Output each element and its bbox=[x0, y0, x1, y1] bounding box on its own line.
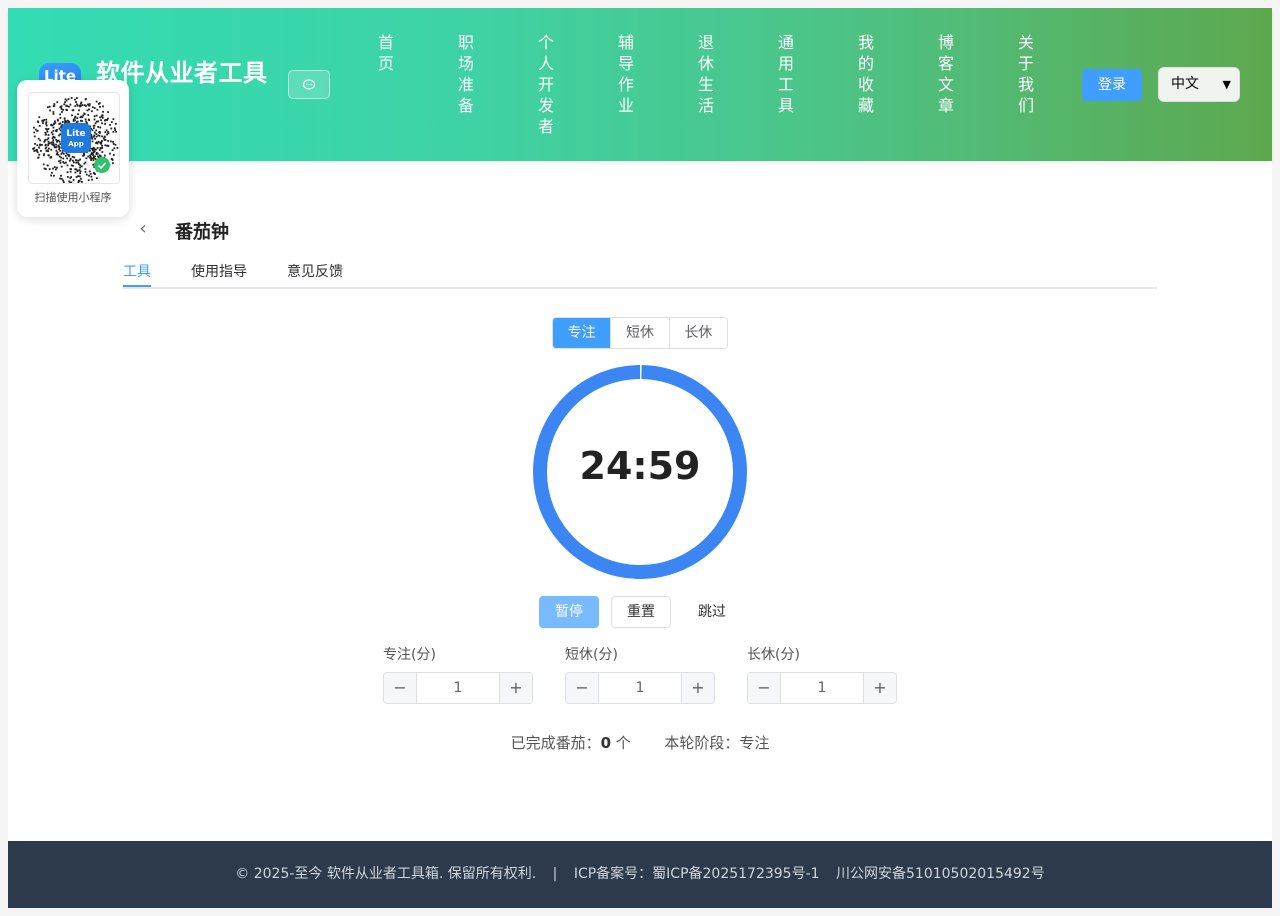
pause-button[interactable]: 暂停 bbox=[539, 596, 599, 628]
svg-text:Lite: Lite bbox=[66, 129, 85, 139]
status-line: 已完成番茄：0 个 本轮阶段：专注 bbox=[8, 732, 1272, 753]
mini-program-qr-card[interactable]: Lite App 扫描使用小程序 bbox=[17, 80, 129, 217]
reset-button[interactable]: 重置 bbox=[611, 596, 671, 628]
long-break-minutes-input[interactable]: 1 bbox=[781, 673, 863, 703]
language-value: 中文 bbox=[1171, 76, 1199, 92]
short-break-minutes-input[interactable]: 1 bbox=[599, 673, 681, 703]
focus-minutes-stepper: − 1 + bbox=[383, 672, 533, 704]
long-break-minutes-stepper: − 1 + bbox=[747, 672, 897, 704]
mode-short-break-button[interactable]: 短休 bbox=[611, 318, 670, 348]
nav-retirement[interactable]: 退休生活 bbox=[696, 32, 716, 116]
plus-icon[interactable]: + bbox=[681, 673, 714, 703]
mode-focus-button[interactable]: 专注 bbox=[553, 318, 612, 348]
language-select[interactable]: 中文 ▼ bbox=[1158, 67, 1240, 102]
qr-caption: 扫描使用小程序 bbox=[34, 191, 112, 204]
skip-button[interactable]: 跳过 bbox=[684, 596, 740, 628]
timer-display: 24:59 bbox=[579, 444, 701, 488]
focus-minutes-input[interactable]: 1 bbox=[417, 673, 499, 703]
mode-long-break-button[interactable]: 长休 bbox=[669, 318, 727, 348]
completed-prefix: 已完成番茄： bbox=[510, 734, 601, 752]
tab-guide[interactable]: 使用指导 bbox=[191, 261, 247, 287]
minus-icon[interactable]: − bbox=[384, 673, 417, 703]
nav-indie-dev[interactable]: 个人开发者 bbox=[536, 32, 556, 137]
plus-icon[interactable]: + bbox=[863, 673, 896, 703]
nav-blog[interactable]: 博客文章 bbox=[936, 32, 956, 116]
page: Lite 软件从业者工具 首页 职场准备 个人开发者 辅导作业 退休生活 通用工… bbox=[8, 8, 1272, 908]
login-button[interactable]: 登录 bbox=[1082, 69, 1142, 101]
phase-prefix: 本轮阶段： bbox=[664, 734, 740, 752]
qr-code-image: Lite App bbox=[28, 92, 120, 184]
back-arrow-icon[interactable]: ‹ bbox=[133, 217, 153, 241]
plus-icon[interactable]: + bbox=[499, 673, 532, 703]
icp-link[interactable]: ICP备案号：蜀ICP备2025172395号-1 bbox=[574, 866, 820, 882]
tab-tool[interactable]: 工具 bbox=[123, 261, 151, 287]
tool-tabs: 工具 使用指导 意见反馈 bbox=[123, 251, 1157, 289]
completed-suffix: 个 bbox=[611, 734, 631, 752]
long-break-minutes-label: 长休(分) bbox=[747, 647, 800, 663]
nav-home[interactable]: 首页 bbox=[376, 32, 396, 74]
nav-general-tools[interactable]: 通用工具 bbox=[776, 32, 796, 116]
chat-bubble-icon[interactable] bbox=[288, 70, 330, 99]
short-break-minutes-label: 短休(分) bbox=[565, 647, 618, 663]
site-footer: © 2025-至今 软件从业者工具箱. 保留所有权利. | ICP备案号：蜀IC… bbox=[8, 841, 1272, 908]
minus-icon[interactable]: − bbox=[566, 673, 599, 703]
nav-favorites[interactable]: 我的收藏 bbox=[856, 32, 876, 116]
footer-separator: | bbox=[552, 866, 558, 882]
phase-value: 专注 bbox=[739, 734, 770, 752]
focus-minutes-label: 专注(分) bbox=[383, 647, 436, 663]
short-break-minutes-stepper: − 1 + bbox=[565, 672, 715, 704]
minus-icon[interactable]: − bbox=[748, 673, 781, 703]
svg-text:App: App bbox=[68, 140, 83, 148]
nav-career-prep[interactable]: 职场准备 bbox=[456, 32, 476, 116]
completed-count: 0 bbox=[600, 734, 612, 752]
tab-feedback[interactable]: 意见反馈 bbox=[287, 261, 343, 287]
tool-title: 番茄钟 bbox=[175, 222, 229, 243]
copyright-text: © 2025-至今 软件从业者工具箱. 保留所有权利. bbox=[235, 866, 537, 882]
police-record-link[interactable]: 川公网安备51010502015492号 bbox=[836, 866, 1045, 882]
mode-selector: 专注 短休 长休 bbox=[552, 317, 728, 349]
nav-about[interactable]: 关于我们 bbox=[1016, 32, 1036, 116]
nav-homework[interactable]: 辅导作业 bbox=[616, 32, 636, 116]
top-header: Lite 软件从业者工具 首页 职场准备 个人开发者 辅导作业 退休生活 通用工… bbox=[8, 8, 1272, 161]
chevron-down-icon: ▼ bbox=[1222, 78, 1231, 91]
